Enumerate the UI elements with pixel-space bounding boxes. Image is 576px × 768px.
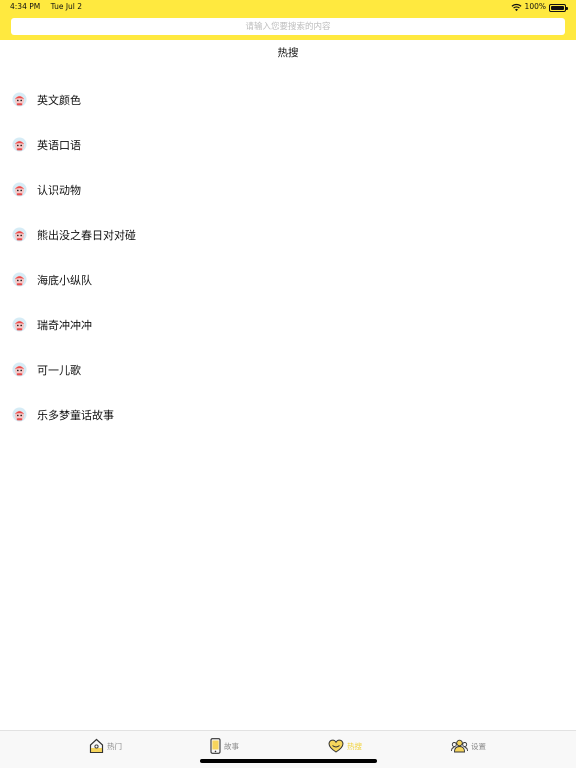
mascot-icon [12, 137, 27, 152]
mascot-icon [12, 362, 27, 377]
battery-icon [549, 3, 568, 12]
status-time: 4:34 PM [10, 2, 41, 11]
search-input[interactable] [11, 18, 565, 35]
battery-percent: 100% [524, 2, 546, 11]
list-item-label: 瑞奇冲冲冲 [37, 318, 92, 332]
tab-label: 设置 [471, 741, 486, 751]
tab-hot[interactable]: 热门 [89, 737, 122, 755]
list-item-label: 英文颜色 [37, 93, 81, 107]
mascot-icon [12, 317, 27, 332]
mascot-icon [12, 407, 27, 422]
mascot-icon [12, 182, 27, 197]
list-item-label: 可一儿歌 [37, 363, 81, 377]
list-item[interactable]: 认识动物 [0, 167, 576, 212]
list-item[interactable]: 英文颜色 [0, 77, 576, 122]
status-date: Tue Jul 2 [50, 2, 83, 11]
home-icon [89, 738, 104, 754]
hot-search-list: 英文颜色 英语口语 认识动物 熊出没之春日对对碰 海底小纵队 瑞奇冲冲冲 可一儿… [0, 77, 576, 437]
list-item-label: 英语口语 [37, 138, 81, 152]
heart-icon [328, 739, 344, 753]
tab-label: 热搜 [347, 741, 362, 751]
list-item-label: 乐多梦童话故事 [37, 408, 114, 422]
section-title: 热搜 [277, 47, 299, 59]
mascot-icon [12, 92, 27, 107]
list-item[interactable]: 瑞奇冲冲冲 [0, 302, 576, 347]
header-bar: 4:34 PM Tue Jul 2 100% [0, 0, 576, 40]
mascot-icon [12, 227, 27, 242]
tab-hot-search[interactable]: 热搜 [328, 737, 362, 755]
list-item[interactable]: 熊出没之春日对对碰 [0, 212, 576, 257]
list-item-label: 海底小纵队 [37, 273, 92, 287]
list-item[interactable]: 乐多梦童话故事 [0, 392, 576, 437]
tab-label: 故事 [224, 741, 239, 751]
list-item-label: 认识动物 [37, 183, 81, 197]
wifi-icon [511, 3, 522, 12]
list-item[interactable]: 海底小纵队 [0, 257, 576, 302]
mascot-icon [12, 272, 27, 287]
list-item-label: 熊出没之春日对对碰 [37, 228, 136, 242]
tab-settings[interactable]: 设置 [451, 737, 486, 755]
phone-icon [210, 738, 221, 754]
users-icon [451, 739, 468, 753]
tab-story[interactable]: 故事 [210, 737, 239, 755]
home-indicator [200, 759, 377, 763]
list-item[interactable]: 英语口语 [0, 122, 576, 167]
tab-label: 热门 [107, 741, 122, 751]
list-item[interactable]: 可一儿歌 [0, 347, 576, 392]
status-bar: 4:34 PM Tue Jul 2 100% [0, 0, 576, 14]
